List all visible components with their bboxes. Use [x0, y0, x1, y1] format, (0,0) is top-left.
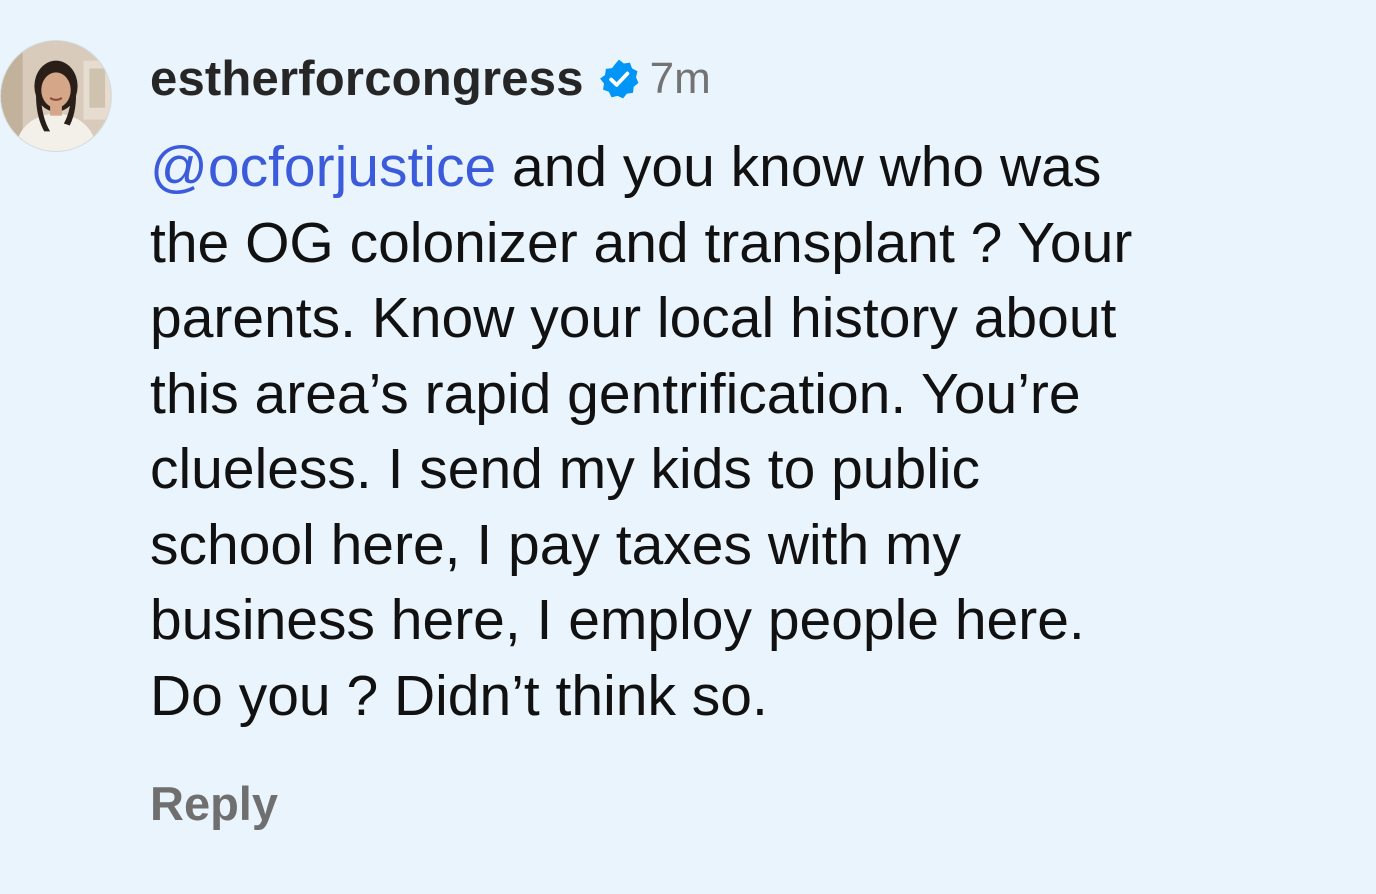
comment-text: @ocforjustice and you know who was the O… [150, 130, 1350, 734]
avatar[interactable] [0, 40, 112, 152]
comment-line: parents. Know your local history about [150, 286, 1117, 350]
comment-line: business here, I employ people here. [150, 588, 1085, 652]
comment: estherforcongress 7m @ocforjustice and y… [0, 0, 1376, 894]
comment-header: estherforcongress 7m [150, 48, 1350, 110]
comment-line: clueless. I send my kids to public [150, 437, 981, 501]
reply-button[interactable]: Reply [150, 776, 278, 831]
comment-line: the OG colonizer and transplant ? Your [150, 210, 1133, 275]
username-link[interactable]: estherforcongress [150, 51, 584, 107]
comment-line: this area’s rapid gentrification. You’re [150, 361, 1081, 426]
comment-line: @ocforjustice and you know who was [150, 130, 1350, 206]
verified-badge-icon [598, 58, 640, 100]
mention-link[interactable]: @ocforjustice [150, 135, 496, 199]
avatar-photo [1, 41, 111, 151]
comment-line-text: and you know who was [496, 135, 1102, 199]
timestamp: 7m [649, 54, 711, 103]
comment-line: Do you ? Didn’t think so. [150, 663, 768, 728]
comment-line: school here, I pay taxes with my [150, 512, 962, 577]
comment-content: estherforcongress 7m @ocforjustice and y… [150, 48, 1350, 734]
